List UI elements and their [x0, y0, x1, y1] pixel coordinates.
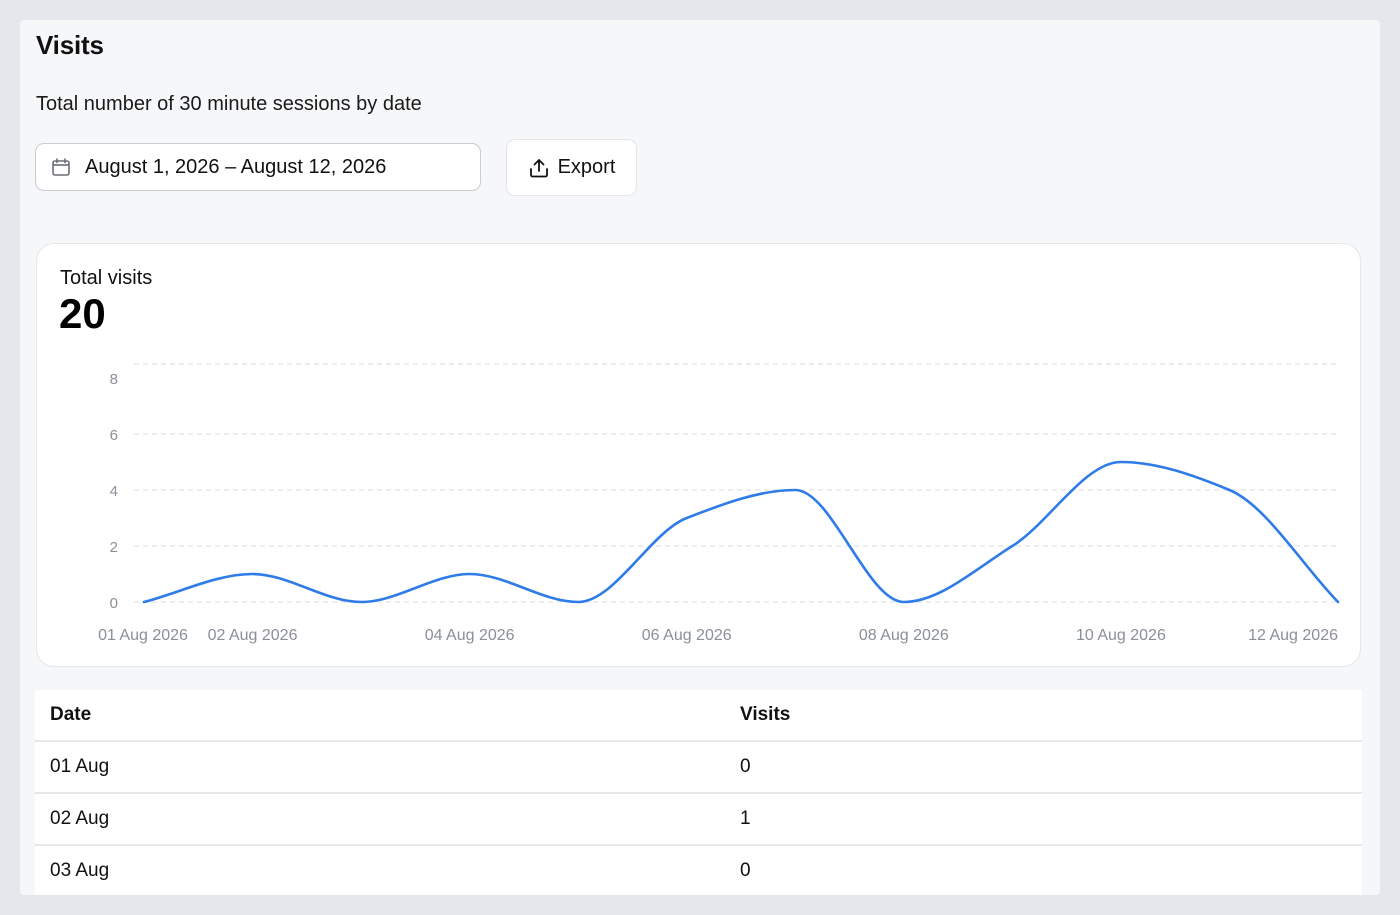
export-button[interactable]: Export — [506, 139, 637, 196]
x-tick-label: 04 Aug 2026 — [425, 627, 515, 644]
y-tick-label: 8 — [110, 371, 118, 388]
column-header-date: Date — [50, 704, 92, 725]
export-button-label: Export — [557, 156, 616, 178]
visits-chart-card: Total visits 20 0 2 4 6 8 01 Aug 2026 02 Aug 2… — [36, 243, 1361, 667]
table-row: 02 Aug 1 — [35, 794, 1362, 846]
calendar-icon — [51, 157, 71, 177]
x-tick-label: 10 Aug 2026 — [1076, 627, 1166, 644]
date-range-picker[interactable]: August 1, 2026 – August 12, 2026 — [35, 143, 481, 191]
page-title: Visits — [36, 30, 104, 60]
date-range-text: August 1, 2026 – August 12, 2026 — [85, 155, 387, 178]
cell-date: 02 Aug — [50, 808, 110, 829]
x-tick-label: 01 Aug 2026 — [98, 627, 188, 644]
y-tick-label: 2 — [110, 539, 118, 556]
visits-line-chart: 0 2 4 6 8 01 Aug 2026 02 Aug 2026 04 Aug 2026 06… — [98, 363, 1340, 644]
x-tick-label: 12 Aug 2026 — [1248, 627, 1338, 644]
x-tick-label: 06 Aug 2026 — [642, 627, 732, 644]
y-tick-label: 4 — [110, 483, 118, 500]
cell-visits: 0 — [740, 756, 751, 777]
y-tick-label: 6 — [110, 427, 118, 444]
table-row: 03 Aug 0 — [35, 846, 1362, 895]
x-tick-label: 02 Aug 2026 — [208, 627, 298, 644]
upload-icon — [528, 157, 550, 179]
table-header: Date Visits — [35, 690, 1362, 742]
column-header-visits: Visits — [740, 704, 791, 725]
page-subtitle: Total number of 30 minute sessions by da… — [36, 93, 422, 115]
cell-visits: 0 — [740, 860, 751, 881]
cell-date: 03 Aug — [50, 860, 110, 881]
visits-table: Date Visits 01 Aug 0 02 Aug 1 03 Aug 0 — [35, 690, 1362, 895]
cell-visits: 1 — [740, 808, 751, 829]
x-tick-label: 08 Aug 2026 — [859, 627, 949, 644]
series-line-visits — [142, 460, 1340, 604]
y-tick-label: 0 — [110, 595, 118, 612]
cell-date: 01 Aug — [50, 756, 110, 777]
visits-panel: Visits Total number of 30 minute session… — [20, 20, 1380, 895]
table-row: 01 Aug 0 — [35, 742, 1362, 794]
